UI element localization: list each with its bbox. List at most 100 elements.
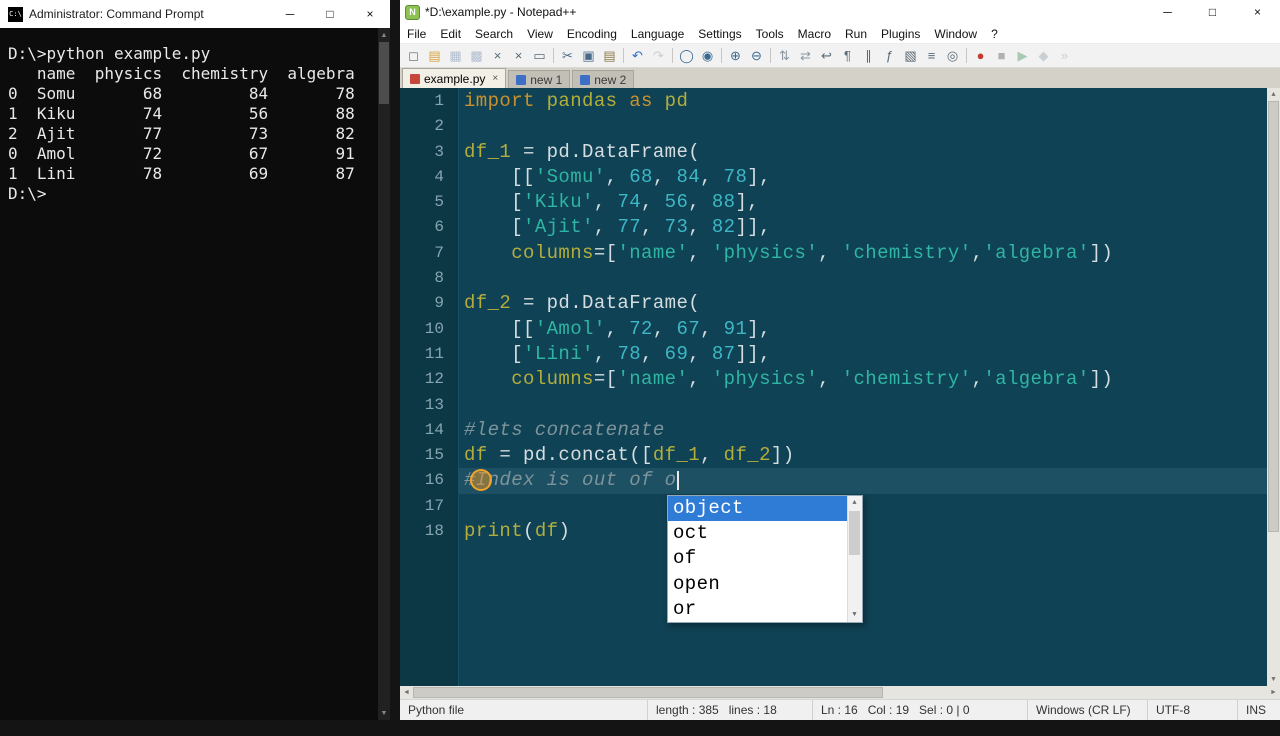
menu-item-plugins[interactable]: Plugins bbox=[874, 24, 927, 43]
menu-item-settings[interactable]: Settings bbox=[691, 24, 748, 43]
line-number[interactable]: 1 bbox=[400, 89, 444, 114]
line-number[interactable]: 12 bbox=[400, 367, 444, 392]
menu-item-window[interactable]: Window bbox=[927, 24, 984, 43]
close-button[interactable]: × bbox=[350, 0, 390, 28]
code-line[interactable]: 7 columns=['name', 'physics', 'chemistry… bbox=[400, 241, 1267, 266]
maximize-button[interactable]: □ bbox=[1190, 0, 1235, 24]
line-number[interactable]: 8 bbox=[400, 266, 444, 291]
autocomplete-item[interactable]: oct bbox=[668, 521, 862, 546]
menu-item-language[interactable]: Language bbox=[624, 24, 691, 43]
line-number[interactable]: 3 bbox=[400, 140, 444, 165]
cmd-output[interactable]: D:\>python example.py name physics chemi… bbox=[0, 28, 390, 736]
autocomplete-item[interactable]: object bbox=[668, 496, 862, 522]
code-line[interactable]: 10 [['Amol', 72, 67, 91], bbox=[400, 317, 1267, 342]
code-line[interactable]: 2 bbox=[400, 114, 1267, 139]
notepadpp-titlebar[interactable]: N *D:\example.py - Notepad++ ─ □ × bbox=[400, 0, 1280, 24]
cmd-titlebar[interactable]: C:\ Administrator: Command Prompt ─ □ × bbox=[0, 0, 390, 28]
cut-icon[interactable]: ✂ bbox=[557, 46, 578, 65]
code-line[interactable]: 1 import pandas as pd bbox=[400, 89, 1267, 114]
save-icon[interactable]: ▦ bbox=[445, 46, 466, 65]
autocomplete-item[interactable]: or bbox=[668, 597, 862, 622]
autocomplete-scrollbar-thumb[interactable] bbox=[849, 511, 860, 555]
menu-item-file[interactable]: File bbox=[400, 24, 433, 43]
scroll-down-icon[interactable]: ▼ bbox=[1267, 673, 1280, 686]
paste-icon[interactable]: ▤ bbox=[599, 46, 620, 65]
editor[interactable]: 1 import pandas as pd 2 3 df_1 = pd.DataFram… bbox=[400, 88, 1280, 686]
zoom-out-icon[interactable]: ⊖ bbox=[746, 46, 767, 65]
word-wrap-icon[interactable]: ↩ bbox=[816, 46, 837, 65]
minimize-button[interactable]: ─ bbox=[1145, 0, 1190, 24]
code-area[interactable]: 1 import pandas as pd 2 3 df_1 = pd.DataFram… bbox=[400, 89, 1267, 544]
doc-list-icon[interactable]: ≡ bbox=[921, 46, 942, 65]
cmd-scrollbar[interactable]: ▲ ▼ bbox=[378, 28, 390, 720]
scroll-up-icon[interactable]: ▲ bbox=[848, 496, 861, 510]
line-number[interactable]: 13 bbox=[400, 393, 444, 418]
menu-item-search[interactable]: Search bbox=[468, 24, 520, 43]
new-file-icon[interactable]: ◻ bbox=[403, 46, 424, 65]
tab-close-icon[interactable]: × bbox=[492, 73, 498, 84]
line-number[interactable]: 9 bbox=[400, 291, 444, 316]
scroll-down-icon[interactable]: ▼ bbox=[378, 706, 390, 720]
line-number[interactable]: 16 bbox=[400, 468, 444, 493]
tab-example-py[interactable]: example.py × bbox=[402, 68, 507, 88]
code-line[interactable]: 3 df_1 = pd.DataFrame( bbox=[400, 140, 1267, 165]
undo-icon[interactable]: ↶ bbox=[627, 46, 648, 65]
play-macro-icon[interactable]: ▶ bbox=[1012, 46, 1033, 65]
horizontal-scrollbar-thumb[interactable] bbox=[413, 687, 883, 698]
code-line[interactable]: 4 [['Somu', 68, 84, 78], bbox=[400, 165, 1267, 190]
menu-item-view[interactable]: View bbox=[520, 24, 560, 43]
tab-new-1[interactable]: new 1 bbox=[508, 70, 571, 88]
run-macro-multiple-icon[interactable]: » bbox=[1054, 46, 1075, 65]
code-line[interactable]: 9 df_2 = pd.DataFrame( bbox=[400, 291, 1267, 316]
vertical-scrollbar-thumb[interactable] bbox=[1268, 101, 1279, 532]
monitoring-icon[interactable]: ◎ bbox=[942, 46, 963, 65]
vertical-scrollbar[interactable]: ▲ ▼ bbox=[1267, 88, 1280, 686]
sync-vertical-icon[interactable]: ⇅ bbox=[774, 46, 795, 65]
menu-item-tools[interactable]: Tools bbox=[749, 24, 791, 43]
horizontal-scrollbar[interactable]: ◄ ► bbox=[400, 686, 1280, 699]
code-line[interactable]: 5 ['Kiku', 74, 56, 88], bbox=[400, 190, 1267, 215]
line-number[interactable]: 6 bbox=[400, 215, 444, 240]
code-line[interactable]: 16 #Index is out of o bbox=[400, 468, 1267, 494]
redo-icon[interactable]: ↷ bbox=[648, 46, 669, 65]
sync-horizontal-icon[interactable]: ⇄ bbox=[795, 46, 816, 65]
save-all-icon[interactable]: ▩ bbox=[466, 46, 487, 65]
line-number[interactable]: 11 bbox=[400, 342, 444, 367]
cmd-scrollbar-thumb[interactable] bbox=[379, 42, 389, 104]
line-number[interactable]: 17 bbox=[400, 494, 444, 519]
code-line[interactable]: 11 ['Lini', 78, 69, 87]], bbox=[400, 342, 1267, 367]
code-line[interactable]: 15 df = pd.concat([df_1, df_2]) bbox=[400, 443, 1267, 468]
line-number[interactable]: 15 bbox=[400, 443, 444, 468]
menu-item-help[interactable]: ? bbox=[984, 24, 1005, 43]
autocomplete-scrollbar[interactable]: ▲ ▼ bbox=[847, 496, 862, 622]
scroll-down-icon[interactable]: ▼ bbox=[848, 608, 861, 622]
menu-item-edit[interactable]: Edit bbox=[433, 24, 468, 43]
stop-record-icon[interactable]: ■ bbox=[991, 46, 1012, 65]
autocomplete-item[interactable]: of bbox=[668, 546, 862, 571]
maximize-button[interactable]: □ bbox=[310, 0, 350, 28]
open-folder-icon[interactable]: ▤ bbox=[424, 46, 445, 65]
minimize-button[interactable]: ─ bbox=[270, 0, 310, 28]
close-all-icon[interactable]: × bbox=[508, 46, 529, 65]
menu-item-encoding[interactable]: Encoding bbox=[560, 24, 624, 43]
function-list-icon[interactable]: ƒ bbox=[879, 46, 900, 65]
menu-item-run[interactable]: Run bbox=[838, 24, 874, 43]
line-number[interactable]: 7 bbox=[400, 241, 444, 266]
line-number[interactable]: 10 bbox=[400, 317, 444, 342]
code-line[interactable]: 14 #lets concatenate bbox=[400, 418, 1267, 443]
menu-item-macro[interactable]: Macro bbox=[791, 24, 838, 43]
indent-guide-icon[interactable]: ∥ bbox=[858, 46, 879, 65]
save-macro-icon[interactable]: ◆ bbox=[1033, 46, 1054, 65]
doc-map-icon[interactable]: ▧ bbox=[900, 46, 921, 65]
code-line[interactable]: 12 columns=['name', 'physics', 'chemistr… bbox=[400, 367, 1267, 392]
replace-icon[interactable]: ◉ bbox=[697, 46, 718, 65]
scroll-right-icon[interactable]: ► bbox=[1267, 686, 1280, 699]
line-number[interactable]: 5 bbox=[400, 190, 444, 215]
code-line[interactable]: 6 ['Ajit', 77, 73, 82]], bbox=[400, 215, 1267, 240]
copy-icon[interactable]: ▣ bbox=[578, 46, 599, 65]
close-icon[interactable]: × bbox=[487, 46, 508, 65]
find-icon[interactable]: ◯ bbox=[676, 46, 697, 65]
autocomplete-item[interactable]: open bbox=[668, 572, 862, 597]
line-number[interactable]: 18 bbox=[400, 519, 444, 544]
print-icon[interactable]: ▭ bbox=[529, 46, 550, 65]
